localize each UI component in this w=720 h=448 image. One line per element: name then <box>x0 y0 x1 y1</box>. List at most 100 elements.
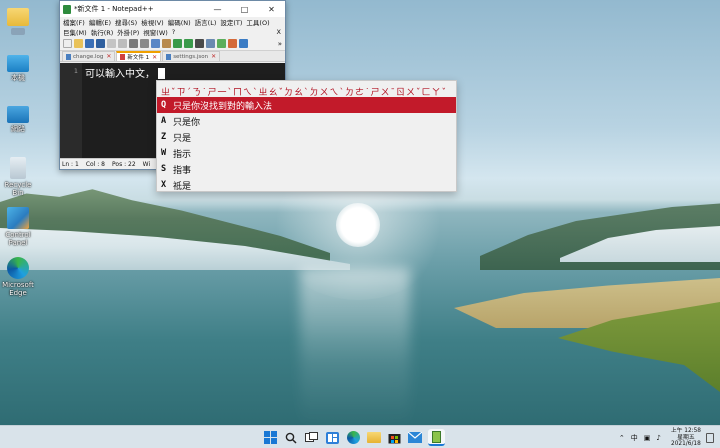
menu-window[interactable]: 視窗(W) <box>143 27 168 37</box>
save-all-icon[interactable] <box>96 39 105 48</box>
desktop-icon-label: 網路 <box>11 125 25 133</box>
ime-candidate[interactable]: W 指示 <box>157 145 456 161</box>
menu-search[interactable]: 搜尋(S) <box>115 17 137 27</box>
find-icon[interactable] <box>195 39 204 48</box>
title-bar[interactable]: *新文件 1 - Notepad++ — □ ✕ <box>60 1 285 17</box>
notepadpp-icon[interactable] <box>427 429 445 446</box>
desktop-icon-label: Control Panel <box>5 231 31 247</box>
candidate-key: Q <box>161 100 167 110</box>
close-button[interactable]: ✕ <box>258 1 285 17</box>
new-file-icon[interactable] <box>63 39 72 48</box>
candidate-text: 只是你 <box>173 117 201 128</box>
mail-icon[interactable] <box>407 429 424 446</box>
ime-candidate[interactable]: S 指事 <box>157 161 456 177</box>
minimize-button[interactable]: — <box>204 1 231 17</box>
ime-candidate[interactable]: A 只是你 <box>157 113 456 129</box>
file-icon <box>66 53 71 60</box>
maximize-button[interactable]: □ <box>231 1 258 17</box>
status-eol: Wi <box>142 160 151 168</box>
tab-close-icon[interactable]: ✕ <box>152 54 157 61</box>
tab-change-log[interactable]: change.log ✕ <box>62 51 116 61</box>
tab-label: change.log <box>73 53 104 60</box>
menu-close-document[interactable]: X <box>277 28 281 36</box>
toolbar: » <box>60 37 285 51</box>
notepadpp-app-icon <box>63 4 71 14</box>
tab-close-icon[interactable]: ✕ <box>211 53 216 60</box>
clock[interactable]: 上午 12:58 星期五 2021/6/18 <box>671 428 701 448</box>
task-view-icon[interactable] <box>303 429 320 446</box>
drive-icon <box>11 28 25 35</box>
store-icon[interactable] <box>386 429 403 446</box>
edge-icon <box>7 257 29 279</box>
desktop-icon-label: Recycle Bin <box>4 181 32 197</box>
close-all-icon[interactable] <box>118 39 127 48</box>
print-icon[interactable] <box>129 39 138 48</box>
menu-run[interactable]: 執行(R) <box>91 27 114 37</box>
candidate-text: 祗是 <box>173 181 192 192</box>
notification-icon[interactable] <box>706 432 714 443</box>
menu-macro[interactable]: 巨集(M) <box>63 27 87 37</box>
menu-help[interactable]: ? <box>172 28 175 36</box>
tab-close-icon[interactable]: ✕ <box>106 53 111 60</box>
desktop-icon-recycle-bin[interactable]: Recycle Bin <box>0 157 38 197</box>
ime-candidate[interactable]: Z 只是 <box>157 129 456 145</box>
file-explorer-icon[interactable] <box>365 429 382 446</box>
tab-new-file-1[interactable]: 新文件 1 ✕ <box>116 51 162 61</box>
line-number-gutter: 1 <box>60 63 82 158</box>
menu-tools[interactable]: 工具(O) <box>246 17 269 27</box>
edge-icon[interactable] <box>345 429 362 446</box>
search-icon[interactable] <box>283 429 300 446</box>
close-file-icon[interactable] <box>107 39 116 48</box>
ime-candidate[interactable]: Q 只是你沒找到對的輸入法 <box>157 97 456 113</box>
paste-icon[interactable] <box>162 39 171 48</box>
desktop-icon-folder[interactable] <box>0 6 38 35</box>
status-column: Col : 8 <box>85 160 105 168</box>
copy-icon[interactable] <box>151 39 160 48</box>
zoom-out-icon[interactable] <box>228 39 237 48</box>
desktop-icon-edge[interactable]: Microsoft Edge <box>0 257 38 297</box>
menu-settings[interactable]: 設定(T) <box>220 17 242 27</box>
ime-indicator[interactable]: 中 <box>631 433 638 443</box>
status-line: Ln : 1 <box>62 160 79 168</box>
tab-settings-json[interactable]: settings.json ✕ <box>162 51 221 61</box>
candidate-key: W <box>161 148 167 158</box>
menu-encoding[interactable]: 編碼(N) <box>168 17 191 27</box>
this-pc-icon <box>7 55 29 72</box>
replace-icon[interactable] <box>206 39 215 48</box>
candidate-key: Z <box>161 132 167 142</box>
open-file-icon[interactable] <box>74 39 83 48</box>
menu-plugins[interactable]: 外掛(P) <box>117 27 139 37</box>
desktop-icon-control-panel[interactable]: Control Panel <box>0 207 38 247</box>
candidate-text: 指事 <box>173 165 192 176</box>
desktop-icon-this-pc[interactable]: 本機 <box>0 55 38 82</box>
ime-candidate-window[interactable]: ㄓˇㄗˊㄋ˙ㄕ一ˋㄇㄟˋㄓㄠˇㄉㄠˋㄉㄨㄟˋㄉㄜ˙ㄕㄨˉㄖㄨˇㄈㄚˇ Q 只是你… <box>156 80 457 192</box>
tab-bar: change.log ✕ 新文件 1 ✕ settings.json ✕ <box>60 51 285 62</box>
menu-file[interactable]: 檔案(F) <box>63 17 85 27</box>
menu-edit[interactable]: 編輯(E) <box>89 17 111 27</box>
candidate-text: 只是你沒找到對的輸入法 <box>173 101 273 112</box>
clock-date: 2021/6/18 <box>671 441 701 447</box>
redo-icon[interactable] <box>184 39 193 48</box>
candidate-text: 只是 <box>173 133 192 144</box>
save-icon[interactable] <box>85 39 94 48</box>
windows-start-icon[interactable] <box>262 429 279 446</box>
menu-language[interactable]: 語言(L) <box>195 17 217 27</box>
widgets-icon[interactable] <box>324 429 341 446</box>
menu-view[interactable]: 檢視(V) <box>141 17 164 27</box>
window-title: *新文件 1 - Notepad++ <box>74 5 154 13</box>
tab-label: 新文件 1 <box>127 55 150 61</box>
volume-icon[interactable]: ♪ <box>656 434 660 442</box>
desktop-icon-network[interactable]: 網路 <box>0 106 38 133</box>
toolbar-overflow-icon[interactable]: » <box>278 40 282 48</box>
tab-label: settings.json <box>173 53 209 60</box>
status-position: Pos : 22 <box>112 160 136 168</box>
network-icon[interactable]: ▣ <box>644 434 651 442</box>
zoom-in-icon[interactable] <box>217 39 226 48</box>
ime-composition: ㄓˇㄗˊㄋ˙ㄕ一ˋㄇㄟˋㄓㄠˇㄉㄠˋㄉㄨㄟˋㄉㄜ˙ㄕㄨˉㄖㄨˇㄈㄚˇ <box>161 88 448 97</box>
undo-icon[interactable] <box>173 39 182 48</box>
control-panel-icon <box>7 207 29 229</box>
cut-icon[interactable] <box>140 39 149 48</box>
chevron-up-icon[interactable]: ⌃ <box>619 434 625 442</box>
sync-scroll-icon[interactable] <box>239 39 248 48</box>
ime-candidate[interactable]: X 祗是 <box>157 177 456 193</box>
